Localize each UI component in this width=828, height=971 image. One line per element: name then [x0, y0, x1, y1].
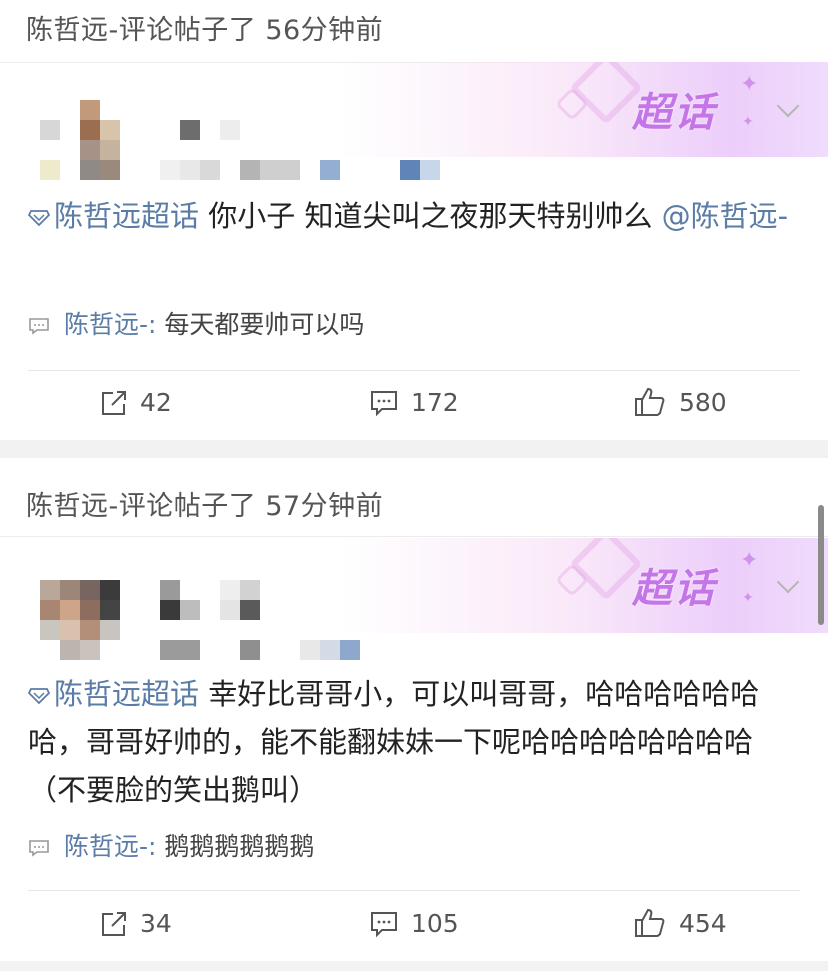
comment-author[interactable]: 陈哲远-: [64, 310, 156, 339]
comment-bubble-icon [29, 318, 49, 335]
like-count: 580 [679, 387, 727, 417]
super-topic-badge[interactable]: 超话 [632, 556, 716, 614]
comment-count: 172 [411, 388, 459, 417]
comment-icon [371, 911, 397, 937]
post-card: 陈哲远-评论帖子了 57分钟前 ✦ ✦ 超话 陈哲远超话 幸好比哥哥小，可以叫哥… [0, 458, 828, 971]
scrollbar[interactable] [818, 505, 824, 625]
topic-label[interactable]: 陈哲远超话 [54, 199, 199, 233]
activity-header-text: 陈哲远-评论帖子了 57分钟前 [26, 491, 384, 522]
super-topic-banner[interactable]: ✦ ✦ [340, 538, 828, 633]
card-separator [0, 440, 828, 458]
activity-header-text: 陈哲远-评论帖子了 56分钟前 [26, 15, 384, 46]
top-comment[interactable]: 陈哲远-: 鹅鹅鹅鹅鹅鹅 [28, 830, 314, 864]
super-topic-banner[interactable]: ✦ ✦ [340, 62, 828, 157]
post-text: 你小子 知道尖叫之夜那天特别帅么 [199, 199, 662, 233]
like-button[interactable]: 580 [633, 386, 727, 418]
diamond-topic-icon [28, 210, 50, 226]
weibo-feed: 陈哲远-评论帖子了 56分钟前 ✦ ✦ 超话 陈哲远超话 你小子 知道尖叫之夜那… [0, 0, 828, 971]
activity-header: 陈哲远-评论帖子了 57分钟前 [0, 470, 828, 537]
post-body: 陈哲远超话 幸好比哥哥小，可以叫哥哥，哈哈哈哈哈哈哈，哥哥好帅的，能不能翻妹妹一… [28, 670, 802, 814]
post-card: 陈哲远-评论帖子了 56分钟前 ✦ ✦ 超话 陈哲远超话 你小子 知道尖叫之夜那… [0, 0, 828, 440]
super-topic-badge[interactable]: 超话 [632, 80, 716, 138]
comment-icon [371, 390, 397, 416]
divider [28, 890, 800, 891]
repost-button[interactable]: 34 [100, 909, 172, 938]
comment-author[interactable]: 陈哲远-: [64, 832, 156, 861]
comment-text: 鹅鹅鹅鹅鹅鹅 [156, 832, 315, 861]
sparkle-icon: ✦ [740, 72, 759, 97]
repost-count: 34 [140, 909, 172, 938]
card-separator [0, 961, 828, 971]
repost-button[interactable]: 42 [100, 388, 172, 417]
comment-text: 每天都要帅可以吗 [156, 310, 365, 339]
comment-button[interactable]: 105 [369, 909, 459, 938]
repost-count: 42 [140, 388, 172, 417]
like-count: 454 [679, 908, 727, 938]
repost-icon [102, 911, 126, 936]
like-icon [635, 908, 665, 937]
sparkle-icon: ✦ [742, 114, 754, 130]
like-icon [635, 387, 665, 416]
mention-link[interactable]: @陈哲远- [662, 199, 788, 233]
comment-count: 105 [411, 909, 459, 938]
comment-button[interactable]: 172 [369, 388, 459, 417]
diamond-topic-icon [28, 688, 50, 704]
topic-link[interactable]: 陈哲远超话 [28, 199, 199, 233]
top-comment[interactable]: 陈哲远-: 每天都要帅可以吗 [28, 308, 364, 342]
activity-header: 陈哲远-评论帖子了 56分钟前 [0, 0, 828, 63]
repost-icon [102, 390, 126, 415]
sparkle-icon: ✦ [740, 548, 759, 573]
sparkle-icon: ✦ [742, 590, 754, 606]
divider [28, 370, 800, 371]
topic-link[interactable]: 陈哲远超话 [28, 677, 199, 711]
topic-label[interactable]: 陈哲远超话 [54, 677, 199, 711]
comment-bubble-icon [29, 840, 49, 857]
like-button[interactable]: 454 [633, 907, 727, 939]
post-body: 陈哲远超话 你小子 知道尖叫之夜那天特别帅么 @陈哲远- [28, 192, 802, 240]
